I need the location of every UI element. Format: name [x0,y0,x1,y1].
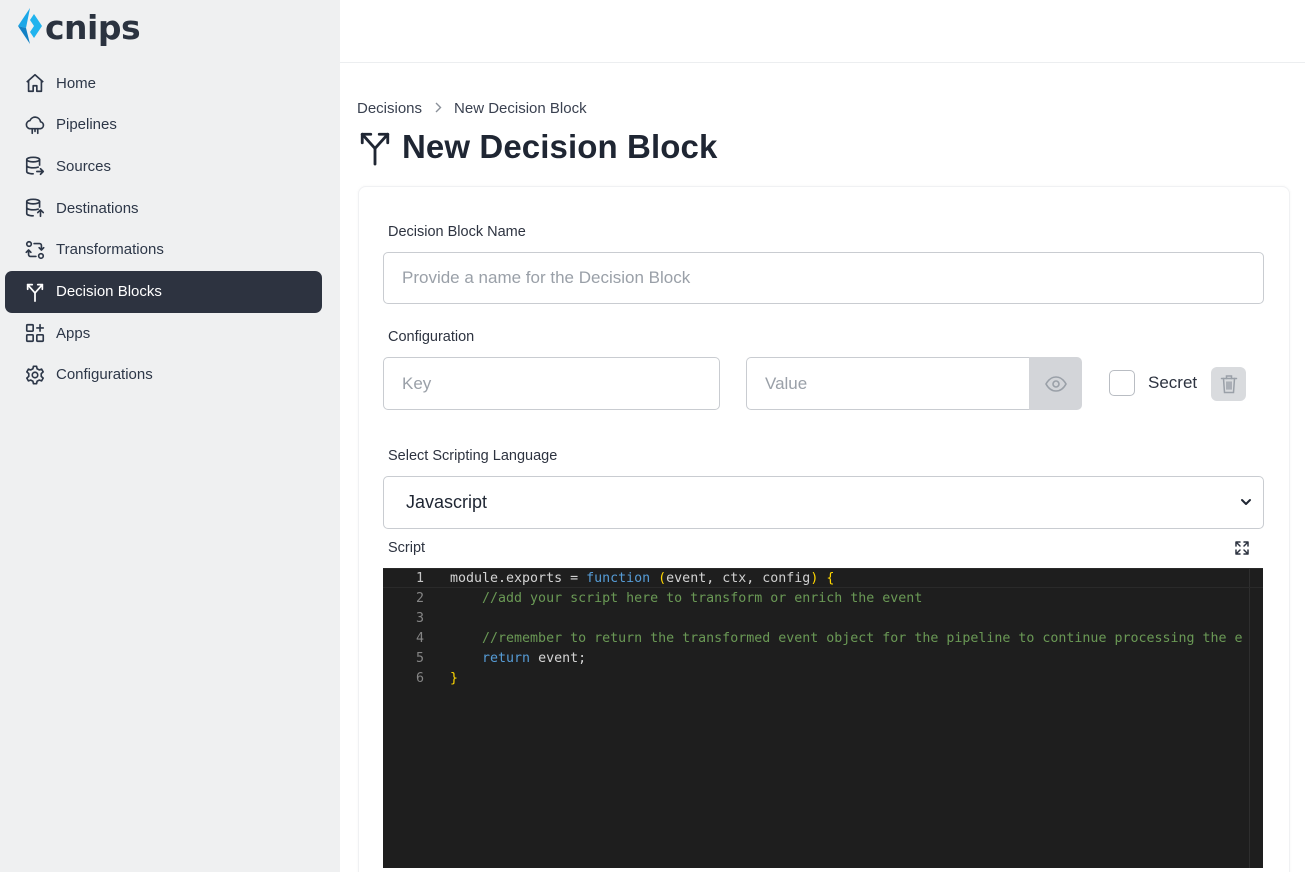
sidebar-item-label: Configurations [56,366,153,384]
code-line: 2 //add your script here to transform or… [383,588,1263,608]
sidebar: cnips Home Pipelines Sources Destination… [0,0,340,872]
gear-icon [23,363,47,387]
code-text: //remember to return the transformed eve… [450,630,1243,646]
configuration-label: Configuration [388,329,475,345]
scripting-language-value: Javascript [406,492,488,512]
code-text: module.exports = function (event, ctx, c… [450,570,835,586]
transform-icon [23,238,47,262]
sidebar-item-label: Sources [56,157,112,175]
secret-checkbox[interactable] [1109,370,1135,396]
line-number: 1 [415,570,424,586]
config-key-input[interactable] [383,357,720,410]
code-line: 6 } [383,668,1263,688]
sidebar-item-transformations[interactable]: Transformations [5,229,322,271]
script-editor[interactable]: 1 module.exports = function (event, ctx,… [383,568,1263,868]
line-number: 5 [415,650,424,666]
breadcrumb: Decisions New Decision Block [357,100,587,117]
logo-text: cnips [45,7,141,47]
breadcrumb-parent-link[interactable]: Decisions [357,100,422,117]
breadcrumb-current: New Decision Block [454,100,587,117]
code-text: return event; [482,650,587,666]
fork-icon [358,128,392,166]
sidebar-item-destinations[interactable]: Destinations [5,187,322,229]
page-heading: New Decision Block [402,128,718,165]
cloud-icon [23,113,47,137]
scripting-language-select[interactable]: Javascript [383,476,1264,529]
sidebar-item-label: Apps [56,324,91,342]
code-line: 3 [383,608,1263,628]
sidebar-item-label: Pipelines [56,116,117,134]
scripting-language-label: Select Scripting Language [388,448,558,464]
sidebar-item-label: Home [56,74,97,92]
script-label: Script [388,540,426,556]
page-title: New Decision Block [358,128,717,166]
sidebar-item-decision-blocks[interactable]: Decision Blocks [5,270,322,313]
trash-icon [1220,375,1237,394]
sidebar-item-pipelines[interactable]: Pipelines [5,104,322,146]
code-text: } [450,670,459,686]
sidebar-item-label: Destinations [56,199,139,217]
code-line: 4 //remember to return the transformed e… [383,628,1263,648]
expand-icon[interactable] [1234,540,1250,556]
sidebar-nav: Home Pipelines Sources Destinations Tran… [5,62,322,396]
code-line: 5 return event; [383,648,1263,668]
line-number: 3 [415,610,424,626]
secret-label: Secret [1148,373,1198,392]
logo-icon [18,8,42,44]
toggle-visibility-button[interactable] [1029,357,1082,410]
sidebar-item-configurations[interactable]: Configurations [5,354,322,396]
config-value-input[interactable] [746,357,1036,410]
sidebar-item-home[interactable]: Home [5,62,322,104]
fork-icon [23,280,47,304]
sidebar-item-sources[interactable]: Sources [5,145,322,187]
logo[interactable]: cnips [14,6,141,48]
decision-block-name-input[interactable] [383,252,1264,304]
sidebar-item-label: Transformations [56,241,164,259]
home-icon [23,71,47,95]
delete-config-button[interactable] [1211,367,1246,401]
database-arrow-icon [23,154,47,178]
sidebar-item-apps[interactable]: Apps [5,312,322,354]
apps-add-icon [23,321,47,345]
line-number: 6 [415,670,424,686]
top-bar [340,0,1305,63]
database-upload-icon [23,196,47,220]
chevron-down-icon [1241,499,1251,505]
app-root: cnips Home Pipelines Sources Destination… [0,0,1305,872]
line-number: 2 [415,590,424,606]
line-number: 4 [415,630,424,646]
code-text: //add your script here to transform or e… [450,590,923,606]
chevron-right-icon [434,101,442,116]
decision-block-name-label: Decision Block Name [388,224,526,240]
sidebar-item-label: Decision Blocks [56,283,162,301]
code-line: 1 module.exports = function (event, ctx,… [383,568,1263,588]
eye-icon [1044,375,1067,392]
